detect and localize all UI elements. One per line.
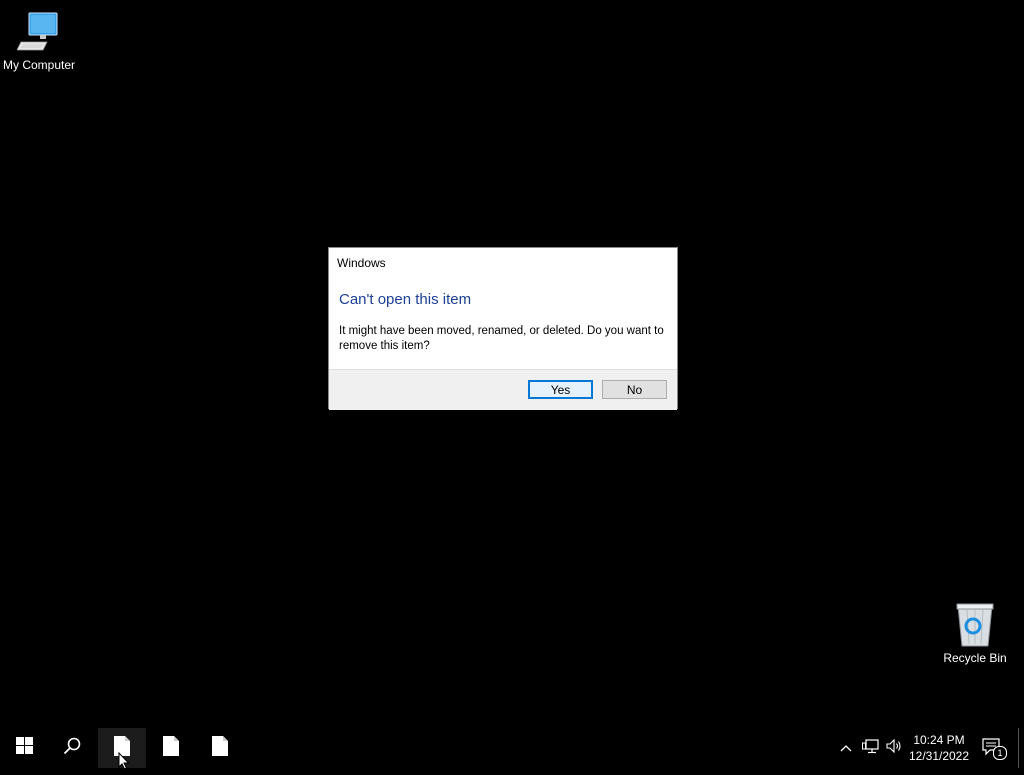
chevron-up-icon bbox=[840, 739, 852, 757]
network-icon bbox=[862, 738, 880, 759]
file-icon bbox=[163, 735, 179, 761]
no-button[interactable]: No bbox=[602, 380, 667, 399]
taskbar-file-3[interactable] bbox=[196, 728, 244, 768]
network-button[interactable] bbox=[860, 728, 882, 768]
show-hidden-icons-button[interactable] bbox=[836, 728, 856, 768]
yes-button[interactable]: Yes bbox=[528, 380, 593, 399]
search-button[interactable] bbox=[48, 728, 96, 768]
dialog-button-bar: Yes No bbox=[329, 369, 677, 410]
action-center-button[interactable]: 1 bbox=[976, 728, 1010, 768]
my-computer-shortcut[interactable]: My Computer bbox=[0, 8, 78, 72]
search-icon bbox=[63, 737, 81, 760]
taskbar-file-2[interactable] bbox=[147, 728, 195, 768]
cant-open-item-dialog: Windows Can't open this item It might ha… bbox=[328, 247, 678, 410]
taskbar: 10:24 PM 12/31/2022 1 bbox=[0, 728, 1024, 768]
desktop: My Computer Recycle Bin Windows Can't op… bbox=[0, 0, 1024, 728]
dialog-message: It might have been moved, renamed, or de… bbox=[339, 325, 664, 352]
mouse-cursor-icon bbox=[118, 751, 130, 775]
recycle-bin-icon bbox=[951, 601, 999, 649]
recycle-bin-shortcut[interactable]: Recycle Bin bbox=[940, 601, 1010, 665]
file-icon bbox=[212, 735, 228, 761]
volume-button[interactable] bbox=[884, 728, 904, 768]
clock-date: 12/31/2022 bbox=[908, 749, 970, 763]
monitor-icon bbox=[15, 8, 63, 56]
start-button[interactable] bbox=[0, 728, 48, 768]
windows-logo-icon bbox=[15, 737, 33, 759]
dialog-heading: Can't open this item bbox=[339, 291, 472, 308]
notification-icon: 1 bbox=[982, 738, 1007, 760]
clock-time: 10:24 PM bbox=[913, 733, 965, 747]
dialog-caption: Windows bbox=[337, 256, 386, 270]
show-desktop-button[interactable] bbox=[1018, 728, 1019, 768]
my-computer-label: My Computer bbox=[2, 58, 76, 72]
clock[interactable]: 10:24 PM 12/31/2022 bbox=[906, 728, 972, 768]
notification-badge: 1 bbox=[993, 746, 1007, 760]
recycle-bin-label: Recycle Bin bbox=[943, 651, 1007, 665]
speaker-icon bbox=[886, 738, 902, 758]
